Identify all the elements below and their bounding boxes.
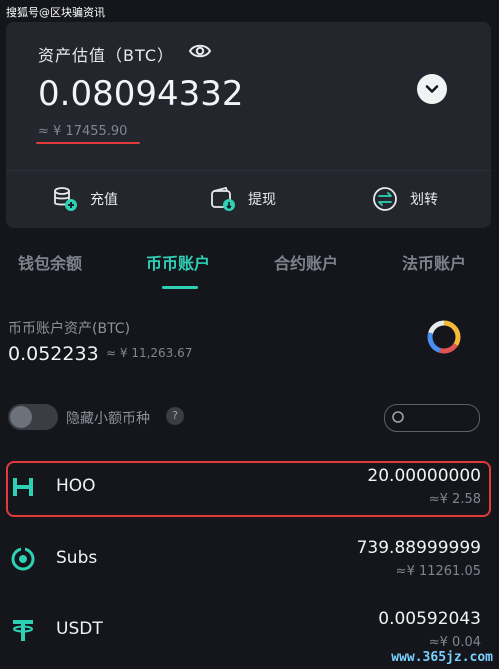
- asset-balance-btc: 0.08094332: [38, 74, 244, 114]
- tab-wallet-balance[interactable]: 钱包余额: [18, 250, 82, 274]
- asset-balance-cny: ≈ ¥ 17455.90: [38, 124, 128, 139]
- account-assets-label: 币币账户资产(BTC): [8, 321, 131, 337]
- account-balance: 0.052233: [8, 343, 99, 365]
- tab-contract-account[interactable]: 合约账户: [274, 250, 338, 274]
- coin-amount: 739.88999999: [356, 538, 481, 558]
- help-icon[interactable]: ?: [166, 407, 184, 425]
- chevron-down-icon: [425, 85, 439, 93]
- search-icon: [392, 411, 404, 423]
- active-tab-indicator: [162, 286, 198, 289]
- asset-title: 资产估值（BTC）: [38, 46, 174, 65]
- coin-value: ≈¥ 0.04: [428, 635, 481, 650]
- watermark-text: 搜狐号@区块骗资讯: [6, 6, 105, 19]
- transfer-label: 划转: [410, 192, 438, 208]
- withdraw-icon: [211, 186, 235, 211]
- coin-name: USDT: [56, 619, 103, 639]
- hide-small-label: 隐藏小额币种: [66, 411, 150, 427]
- coin-amount: 0.00592043: [378, 609, 481, 629]
- transfer-icon: [373, 187, 397, 211]
- tab-spot-account[interactable]: 币币账户: [146, 250, 210, 274]
- deposit-button[interactable]: 充值: [52, 184, 118, 214]
- account-tabs: 钱包余额 币币账户 合约账户 法币账户: [0, 250, 499, 290]
- coin-name: Subs: [56, 548, 98, 568]
- search-input[interactable]: [384, 404, 480, 432]
- hide-small-toggle[interactable]: [8, 404, 58, 430]
- asset-card: 资产估值（BTC） 0.08094332 ≈ ¥ 17455.90 充值 提现: [6, 22, 491, 228]
- withdraw-button[interactable]: 提现: [210, 184, 276, 214]
- withdraw-label: 提现: [248, 192, 276, 208]
- deposit-icon: [54, 187, 77, 211]
- subs-icon: [11, 546, 35, 571]
- watermark-site: www.365jz.com: [391, 650, 493, 665]
- eye-icon[interactable]: [188, 42, 212, 60]
- usdt-icon: [13, 620, 33, 641]
- account-balance-cny: ≈ ¥ 11,263.67: [106, 346, 193, 360]
- toggle-knob: [10, 406, 32, 428]
- red-highlight-annotation: [6, 461, 491, 517]
- deposit-label: 充值: [90, 192, 118, 208]
- red-underline-annotation: [36, 142, 140, 144]
- tab-fiat-account[interactable]: 法币账户: [402, 250, 466, 274]
- coin-value: ≈¥ 11261.05: [395, 564, 481, 579]
- transfer-button[interactable]: 划转: [372, 184, 438, 214]
- coin-row-subs[interactable]: Subs 739.88999999 ≈¥ 11261.05: [0, 532, 499, 590]
- donut-chart-icon[interactable]: [425, 318, 463, 356]
- expand-button[interactable]: [417, 74, 447, 104]
- card-divider: [6, 170, 491, 171]
